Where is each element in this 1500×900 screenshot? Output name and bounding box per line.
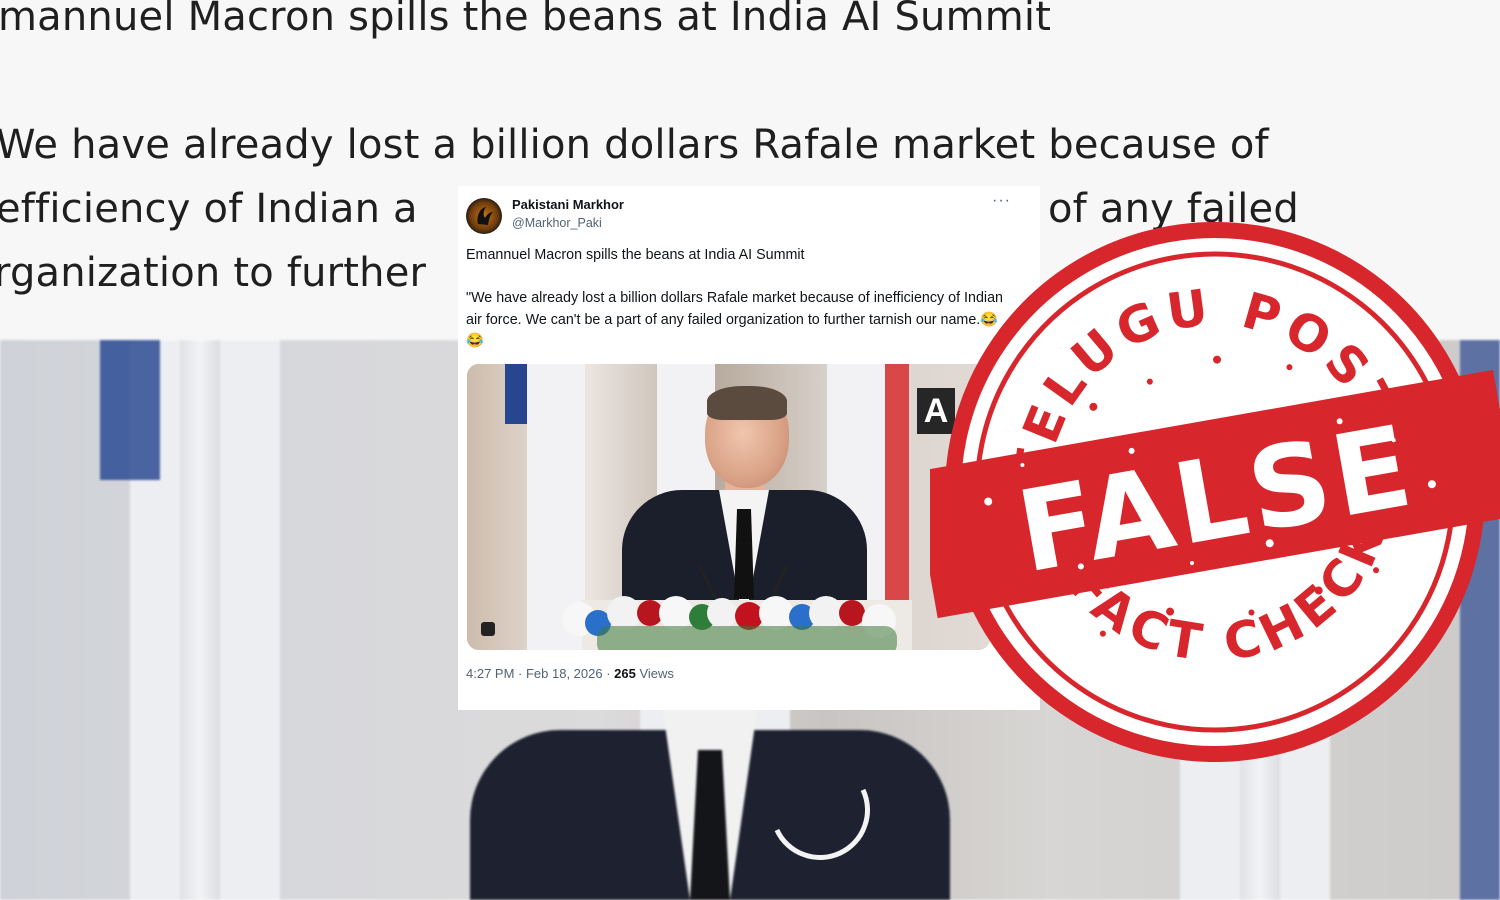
more-options-icon[interactable]: ··· [992,192,1011,210]
background-headline: mannuel Macron spills the beans at India… [0,0,1052,40]
fact-check-stamp: TELUGU POST FACT CHECK FALSE [930,222,1500,762]
background-quote-line-1: We have already lost a billion dollars R… [0,122,1269,168]
views-label: Views [635,666,674,681]
views-count: 265 [614,666,636,681]
tweet-text-quote: "We have already lost a billion dollars … [466,290,1004,349]
tweet-timestamp[interactable]: 4:27 PM · Feb 18, 2026 · [466,666,614,681]
background-quote-line-2: efficiency of Indian a [0,186,418,232]
pause-icon[interactable] [481,622,495,636]
avatar[interactable] [466,198,502,234]
markhor-logo-icon [477,207,493,225]
account-handle[interactable]: @Markhor_Paki [512,216,602,230]
background-quote-line-3: rganization to further [0,250,427,296]
account-name[interactable]: Pakistani Markhor [512,197,624,212]
tweet-text-headline: Emannuel Macron spills the beans at Indi… [466,247,805,263]
tweet-video[interactable]: A [467,364,990,650]
tweet-meta: 4:27 PM · Feb 18, 2026 · 265 Views [466,666,674,681]
background-speaker [470,690,950,900]
